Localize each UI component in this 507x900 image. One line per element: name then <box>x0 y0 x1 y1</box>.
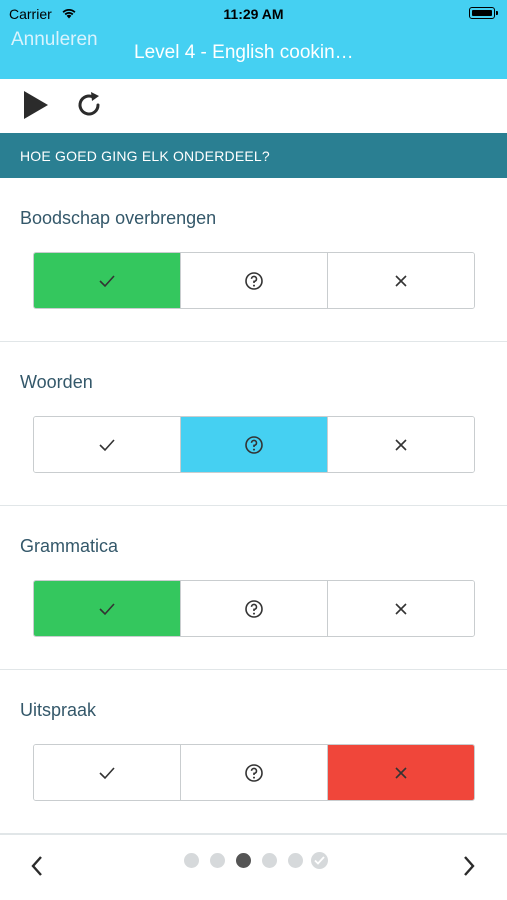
rating-unsure-button[interactable] <box>181 417 328 472</box>
cross-icon <box>395 438 407 451</box>
page-title: Level 4 - English cookin… <box>134 42 354 63</box>
battery-icon <box>469 7 498 19</box>
rating-good-button[interactable] <box>34 253 181 308</box>
page-dot[interactable] <box>210 853 225 868</box>
checkmark-icon <box>99 438 115 451</box>
page-dot[interactable] <box>184 853 199 868</box>
page-dot[interactable] <box>262 853 277 868</box>
criterion-row: Grammatica <box>0 506 507 670</box>
criterion-row: Boodschap overbrengen <box>0 178 507 342</box>
rating-unsure-button[interactable] <box>181 745 328 800</box>
question-icon <box>245 763 263 782</box>
cross-icon <box>395 602 407 615</box>
rating-good-button[interactable] <box>34 745 181 800</box>
cross-icon <box>395 766 407 779</box>
navigation-bar: Carrier 11:29 AM Annuleren Level 4 - Eng… <box>0 0 507 79</box>
question-icon <box>245 435 263 454</box>
page-dot-active[interactable] <box>236 853 251 868</box>
question-icon <box>245 599 263 618</box>
refresh-icon[interactable] <box>74 90 104 125</box>
status-bar: Carrier 11:29 AM <box>0 0 507 28</box>
criterion-row: Woorden <box>0 342 507 506</box>
rating-selector <box>33 416 475 473</box>
chevron-right-icon[interactable] <box>462 855 476 882</box>
question-icon <box>245 271 263 290</box>
checkmark-icon <box>99 766 115 779</box>
page-dot[interactable] <box>288 853 303 868</box>
criterion-row: Uitspraak <box>0 670 507 834</box>
rating-good-button[interactable] <box>34 581 181 636</box>
section-header: HOE GOED GING ELK ONDERDEEL? <box>0 133 507 178</box>
play-icon[interactable] <box>22 90 50 125</box>
rating-unsure-button[interactable] <box>181 253 328 308</box>
checkmark-icon <box>99 602 115 615</box>
criterion-label: Woorden <box>20 372 93 392</box>
criterion-label: Uitspraak <box>20 700 97 720</box>
cancel-button[interactable]: Annuleren <box>11 29 98 51</box>
rating-unsure-button[interactable] <box>181 581 328 636</box>
rating-selector <box>33 252 475 309</box>
rating-good-button[interactable] <box>34 417 181 472</box>
page-indicator <box>184 852 330 869</box>
rating-bad-button[interactable] <box>328 745 474 800</box>
checkmark-icon <box>99 274 115 287</box>
chevron-left-icon[interactable] <box>30 855 44 882</box>
rating-selector <box>33 744 475 801</box>
rating-selector <box>33 580 475 637</box>
criterion-label: Boodschap overbrengen <box>20 208 217 228</box>
rating-bad-button[interactable] <box>328 417 474 472</box>
clock: 11:29 AM <box>223 6 284 22</box>
rating-bad-button[interactable] <box>328 581 474 636</box>
rating-bad-button[interactable] <box>328 253 474 308</box>
criterion-label: Grammatica <box>20 536 119 556</box>
completed-check-icon[interactable] <box>311 852 328 869</box>
cross-icon <box>395 274 407 287</box>
